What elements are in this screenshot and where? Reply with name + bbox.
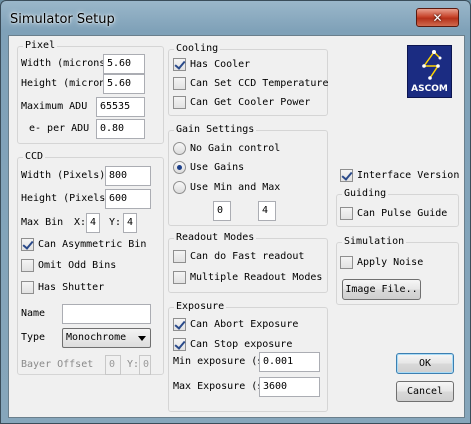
set-ccd-temp-checkbox[interactable] [173, 77, 186, 90]
title-bar[interactable]: Simulator Setup ✕ [1, 1, 470, 35]
cooler-power-label: Can Get Cooler Power [190, 97, 311, 108]
readout-modes-group: Readout Modes [168, 232, 328, 293]
min-exposure-field[interactable]: 0.001 [259, 352, 320, 372]
logo-text: ASCOM [411, 84, 448, 94]
dialog-window: Simulator Setup ✕ Pixel Width (microns) … [0, 0, 471, 424]
has-shutter-checkbox[interactable] [21, 281, 34, 294]
max-bin-label: Max Bin [21, 217, 64, 228]
close-icon: ✕ [432, 10, 443, 25]
ccd-height-label: Height (Pixels) [21, 193, 105, 204]
e-per-adu-label: e- per ADU [29, 123, 90, 134]
chevron-down-icon [138, 336, 146, 341]
use-gains-radio[interactable] [173, 161, 186, 174]
use-gains-label: Use Gains [190, 162, 245, 173]
fast-readout-label: Can do Fast readout [190, 251, 305, 262]
apply-noise-checkbox[interactable] [340, 256, 353, 269]
use-min-max-radio[interactable] [173, 181, 186, 194]
interface-version-checkbox[interactable] [340, 169, 353, 182]
apply-noise-label: Apply Noise [357, 257, 424, 268]
ccd-height-field[interactable]: 600 [105, 189, 151, 209]
max-bin-x-label: X: [74, 217, 87, 228]
cancel-button[interactable]: Cancel [396, 381, 454, 402]
multiple-readout-checkbox[interactable] [173, 271, 186, 284]
stop-exposure-label: Can Stop exposure [190, 339, 293, 350]
ascom-star-icon [422, 50, 442, 80]
pixel-width-label: Width (microns) [21, 58, 105, 69]
ascom-logo: ASCOM [407, 45, 452, 98]
max-adu-field[interactable]: 65535 [96, 97, 145, 117]
multiple-readout-label: Multiple Readout Modes [190, 272, 323, 283]
asymmetric-bin-checkbox[interactable] [21, 238, 34, 251]
ccd-width-label: Width (Pixels) [21, 170, 105, 181]
fast-readout-checkbox[interactable] [173, 250, 186, 263]
pulse-guide-checkbox[interactable] [340, 207, 353, 220]
abort-exposure-label: Can Abort Exposure [190, 319, 299, 330]
sensor-type-label: Type [21, 332, 46, 343]
max-adu-label: Maximum ADU [21, 101, 88, 112]
ccd-group-label: CCD [23, 151, 46, 163]
bayer-offset-label: Bayer Offset [21, 359, 94, 370]
cooling-group-label: Cooling [174, 43, 221, 55]
interface-version-label: Interface Version [357, 170, 460, 181]
pixel-width-field[interactable]: 5.60 [103, 54, 145, 74]
cooler-power-checkbox[interactable] [173, 96, 186, 109]
gain-min-field[interactable]: 0 [213, 201, 231, 221]
has-cooler-checkbox[interactable] [173, 58, 186, 71]
stop-exposure-checkbox[interactable] [173, 338, 186, 351]
no-gain-label: No Gain control [190, 143, 281, 154]
no-gain-radio[interactable] [173, 142, 186, 155]
max-bin-y-field[interactable]: 4 [123, 213, 137, 233]
pixel-group-label: Pixel [23, 40, 58, 52]
image-file-button[interactable]: Image File.. [342, 279, 421, 300]
pixel-height-field[interactable]: 5.60 [103, 74, 145, 94]
max-exposure-field[interactable]: 3600 [259, 377, 320, 397]
gain-max-field[interactable]: 4 [258, 201, 276, 221]
has-shutter-label: Has Shutter [38, 282, 105, 293]
close-button[interactable]: ✕ [416, 8, 459, 27]
e-per-adu-field[interactable]: 0.80 [96, 119, 145, 139]
set-ccd-temp-label: Can Set CCD Temperature [190, 78, 329, 89]
pulse-guide-label: Can Pulse Guide [357, 208, 448, 219]
ccd-width-field[interactable]: 800 [105, 166, 151, 186]
min-exposure-label: Min exposure (sec) [173, 356, 259, 367]
asymmetric-bin-label: Can Asymmetric Bin [38, 239, 147, 250]
window-title: Simulator Setup [10, 12, 115, 27]
pixel-height-label: Height (microns) [21, 78, 105, 89]
use-min-max-label: Use Min and Max [190, 182, 281, 193]
bayer-y-label: Y: [127, 359, 140, 370]
omit-odd-bins-checkbox[interactable] [21, 259, 34, 272]
omit-odd-bins-label: Omit Odd Bins [38, 260, 117, 271]
max-bin-x-field[interactable]: 4 [86, 213, 100, 233]
ok-button[interactable]: OK [396, 353, 454, 374]
camera-name-label: Name [21, 308, 46, 319]
has-cooler-label: Has Cooler [190, 59, 251, 70]
abort-exposure-checkbox[interactable] [173, 318, 186, 331]
max-exposure-label: Max Exposure (sec) [173, 381, 259, 392]
guiding-group-label: Guiding [342, 188, 389, 200]
sensor-type-value: Monochrome [66, 332, 127, 343]
camera-name-field[interactable] [62, 304, 151, 324]
bayer-x-field[interactable]: 0 [105, 355, 121, 375]
max-bin-y-label: Y: [109, 217, 122, 228]
bayer-y-field[interactable]: 0 [139, 355, 151, 375]
dialog-client: Pixel Width (microns) 5.60 Height (micro… [8, 35, 465, 418]
exposure-group-label: Exposure [174, 301, 227, 313]
simulation-group-label: Simulation [342, 236, 407, 248]
readout-modes-group-label: Readout Modes [174, 232, 257, 244]
gain-settings-group-label: Gain Settings [174, 124, 257, 136]
sensor-type-select[interactable]: Monochrome [62, 328, 151, 348]
